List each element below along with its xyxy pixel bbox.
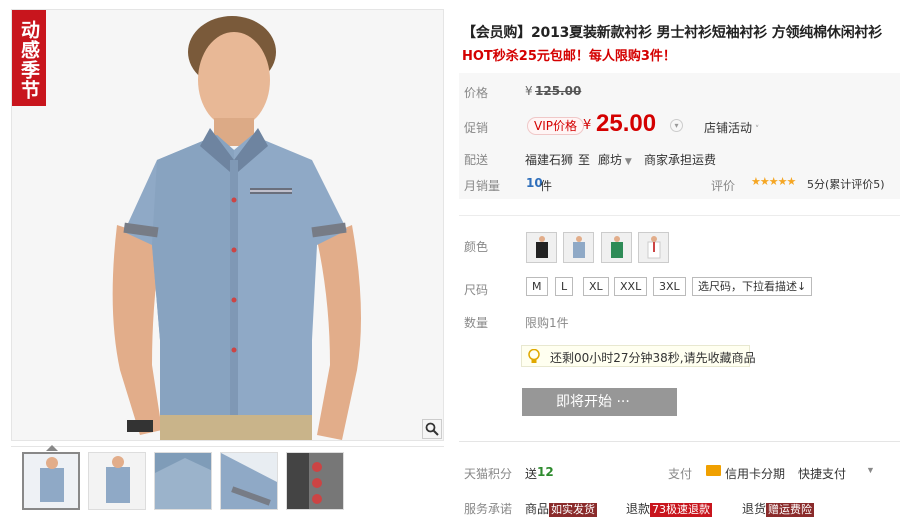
service-label: 服务承诺 bbox=[464, 502, 513, 516]
main-product-photo[interactable]: 动感季节 bbox=[11, 9, 444, 441]
color-swatch-light-blue[interactable] bbox=[563, 232, 594, 263]
shipping-fee: 商家承担运费 bbox=[644, 153, 717, 167]
service-return-label: 退货 bbox=[742, 502, 767, 516]
size-option-3xl[interactable]: 3XL bbox=[653, 277, 686, 296]
monthly-sales-label: 月销量 bbox=[464, 179, 501, 193]
lightbulb-icon bbox=[528, 348, 540, 367]
color-label: 颜色 bbox=[464, 240, 489, 254]
color-swatch-black[interactable] bbox=[526, 232, 557, 263]
credit-card-icon bbox=[706, 465, 721, 476]
monthly-sales-unit: 件 bbox=[540, 179, 553, 193]
rating-summary[interactable]: 5分(累计评价5) bbox=[807, 176, 885, 192]
rating-label: 评价 bbox=[711, 179, 736, 193]
quantity-label: 数量 bbox=[464, 316, 489, 330]
size-option-xl[interactable]: XL bbox=[583, 277, 609, 296]
thumbnail-2[interactable] bbox=[88, 452, 146, 510]
shipping-from: 福建石狮 bbox=[525, 153, 574, 167]
caret-down-icon[interactable]: ▼ bbox=[866, 465, 875, 475]
shirt-model-image bbox=[12, 10, 443, 440]
chevron-down-icon[interactable]: ▾ bbox=[670, 119, 683, 132]
promo-season-tag: 动感季节 bbox=[12, 10, 46, 106]
caret-down-icon: ▼ bbox=[622, 157, 632, 167]
active-thumb-arrow bbox=[46, 445, 58, 451]
installment-link[interactable]: 信用卡分期 bbox=[725, 465, 785, 482]
options-divider bbox=[459, 215, 900, 216]
shipping-to-word: 至 bbox=[578, 153, 591, 167]
thumbnail-1[interactable] bbox=[22, 452, 80, 510]
points-prefix: 送 bbox=[525, 467, 538, 481]
original-price-label: 价格 bbox=[464, 86, 489, 100]
service-goods-badge: 如实发货 bbox=[549, 503, 598, 517]
vip-price-badge: VIP价格 bbox=[527, 117, 584, 135]
size-label: 尺码 bbox=[464, 283, 489, 297]
payment-label: 支付 bbox=[668, 467, 693, 481]
size-option-l[interactable]: L bbox=[555, 277, 574, 296]
shipping-destination-dropdown[interactable]: 廊坊 ▼ bbox=[598, 151, 632, 168]
color-swatch-white[interactable] bbox=[638, 232, 669, 263]
chevron-down-icon: ˅ bbox=[752, 125, 760, 135]
service-refund-badge: 73极速退款 bbox=[650, 503, 713, 517]
product-title: 【会员购】2013夏装新款衬衫 男士衬衫短袖衬衫 方领纯棉休闲衬衫 bbox=[462, 25, 883, 41]
service-goods: 商品 如实发货 bbox=[525, 500, 598, 517]
service-refund: 退款 73极速退款 bbox=[626, 500, 713, 517]
size-option-xxl[interactable]: XXL bbox=[614, 277, 648, 296]
points-value: 12 bbox=[537, 465, 554, 479]
shipping-label: 配送 bbox=[464, 153, 489, 167]
service-return-badge: 赠运费险 bbox=[766, 503, 815, 517]
original-price-currency: ¥ bbox=[525, 84, 533, 98]
magnifier-icon[interactable] bbox=[422, 419, 442, 439]
footer-divider bbox=[459, 441, 900, 442]
color-swatch-green[interactable] bbox=[601, 232, 632, 263]
store-activity-dropdown[interactable]: 店铺活动 ˅ bbox=[704, 119, 759, 136]
rating-stars: ★★★★★ bbox=[751, 176, 796, 188]
store-activity-label: 店铺活动 bbox=[704, 121, 753, 135]
size-option-m[interactable]: M bbox=[526, 277, 548, 296]
service-refund-label: 退款 bbox=[626, 502, 651, 516]
promo-price-currency: ¥ bbox=[583, 118, 592, 133]
product-subtitle: HOT秒杀25元包邮！每人限购3件！ bbox=[462, 49, 676, 64]
original-price-value: 125.00 bbox=[535, 84, 582, 98]
promo-price-label: 促销 bbox=[464, 121, 489, 135]
countdown-text: 还剩00小时27分钟38秒,请先收藏商品 bbox=[550, 351, 756, 365]
shipping-destination: 廊坊 bbox=[598, 153, 623, 167]
thumbnail-divider bbox=[11, 446, 444, 447]
service-goods-label: 商品 bbox=[525, 502, 550, 516]
quantity-limit: 限购1件 bbox=[525, 316, 569, 330]
thumbnail-5[interactable] bbox=[286, 452, 344, 510]
service-return: 退货 赠运费险 bbox=[742, 500, 815, 517]
size-guide-dropdown[interactable]: 选尺码，下拉看描述↓ bbox=[692, 277, 813, 296]
countdown-tip: 还剩00小时27分钟38秒,请先收藏商品 bbox=[521, 345, 756, 367]
coming-soon-button[interactable]: 即将开始 ··· bbox=[522, 388, 677, 416]
thumbnail-strip bbox=[11, 445, 444, 521]
points-label: 天猫积分 bbox=[464, 467, 513, 481]
thumbnail-3[interactable] bbox=[154, 452, 212, 510]
promo-price-value: 25.00 bbox=[596, 110, 657, 137]
quick-pay-link[interactable]: 快捷支付 bbox=[798, 465, 846, 482]
thumbnail-4[interactable] bbox=[220, 452, 278, 510]
